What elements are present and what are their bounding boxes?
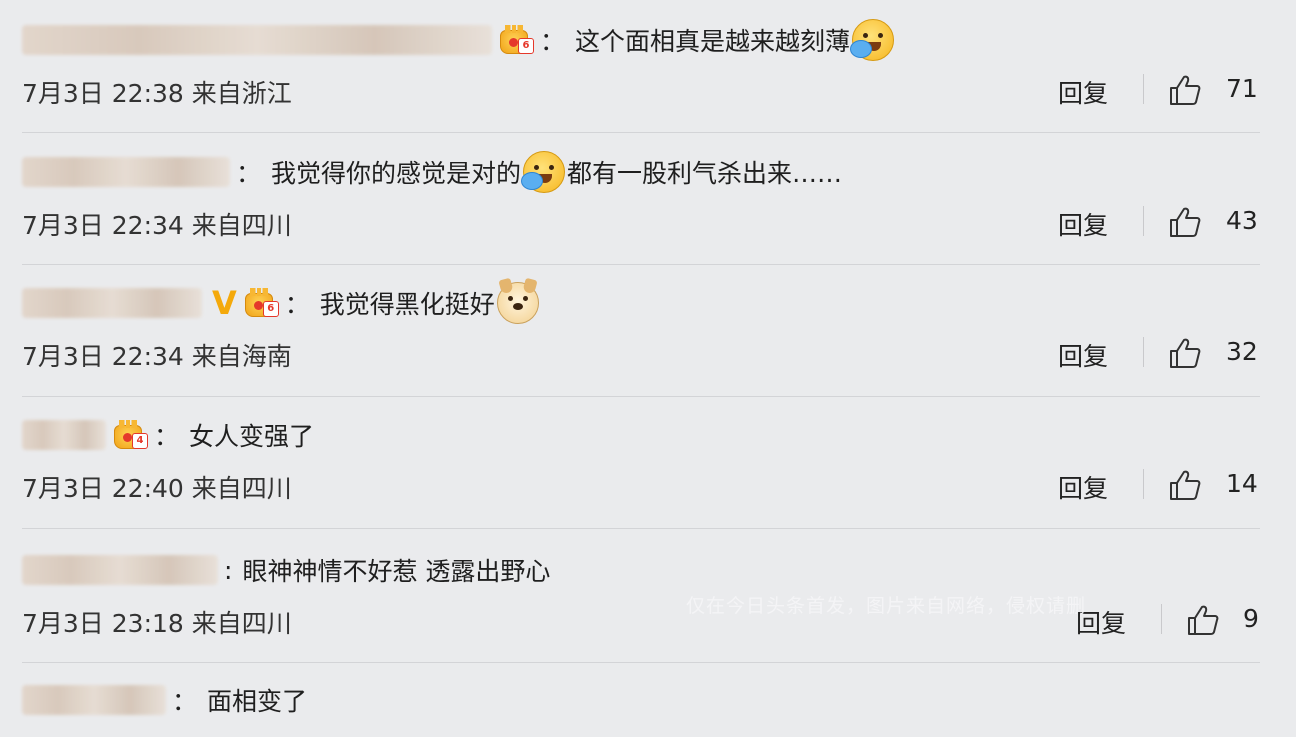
colon: ： [540,27,566,56]
crown-level-badge-icon: 6 [498,24,534,56]
like-count: 9 [1243,604,1259,633]
colon: ： [172,687,198,716]
comment-meta: 7月3日 23:18 来自四川 [22,609,292,638]
thumbs-up-icon[interactable] [1168,469,1202,501]
colon: ： [236,159,262,188]
username-blurred[interactable] [22,25,492,55]
comment-text: 面相变了 [207,687,308,716]
username-blurred[interactable] [22,420,106,450]
comment-meta: 7月3日 22:38 来自浙江 [22,79,292,108]
doge-emoji-icon [496,277,539,324]
laugh-cry-emoji-icon [850,19,895,61]
comment-text: 我觉得黑化挺好 [319,290,495,319]
divider [22,264,1260,265]
comment-meta: 7月3日 22:40 来自四川 [22,474,292,503]
crown-level-badge-icon: 4 [112,419,148,451]
comment-text: 这个面相真是越来越刻薄 [575,27,851,56]
reply-button[interactable]: 回复 [1058,206,1108,242]
username-blurred[interactable] [22,685,166,715]
thumbs-up-icon[interactable] [1168,337,1202,369]
comment-text: 我觉得你的感觉是对的 [271,159,522,188]
reply-button[interactable]: 回复 [1058,74,1108,110]
vip-v-icon: V [212,284,237,322]
username-blurred[interactable] [22,288,202,318]
comment-text-continued: 都有一股利气杀出来…… [567,159,843,188]
reply-button[interactable]: 回复 [1058,337,1108,373]
crown-level-badge-icon: 6 [243,287,279,319]
divider [22,396,1260,397]
divider [1143,337,1144,367]
comment-meta: 7月3日 22:34 来自四川 [22,211,292,240]
divider [1143,74,1144,104]
like-count: 43 [1226,206,1258,235]
colon: : [224,555,233,585]
divider [1143,469,1144,499]
divider [1161,604,1162,634]
comment-text: 女人变强了 [189,422,315,451]
watermark: 仅在今日头条首发，图片来自网络，侵权请删 [686,595,1087,617]
reply-button[interactable]: 回复 [1058,469,1108,505]
divider [22,528,1260,529]
thumbs-up-icon[interactable] [1186,604,1220,636]
divider [1143,206,1144,236]
username-blurred[interactable] [22,555,218,585]
thumbs-up-icon[interactable] [1168,74,1202,106]
colon: ： [284,290,310,319]
colon: ： [154,422,180,451]
laugh-cry-emoji-icon [521,151,566,193]
comment-meta: 7月3日 22:34 来自海南 [22,342,292,371]
thumbs-up-icon[interactable] [1168,206,1202,238]
comment-text: 眼神神情不好惹 透露出野心 [242,557,551,586]
divider [22,132,1260,133]
like-count: 71 [1226,74,1258,103]
like-count: 14 [1226,469,1258,498]
divider [22,662,1260,663]
like-count: 32 [1226,337,1258,366]
username-blurred[interactable] [22,157,230,187]
